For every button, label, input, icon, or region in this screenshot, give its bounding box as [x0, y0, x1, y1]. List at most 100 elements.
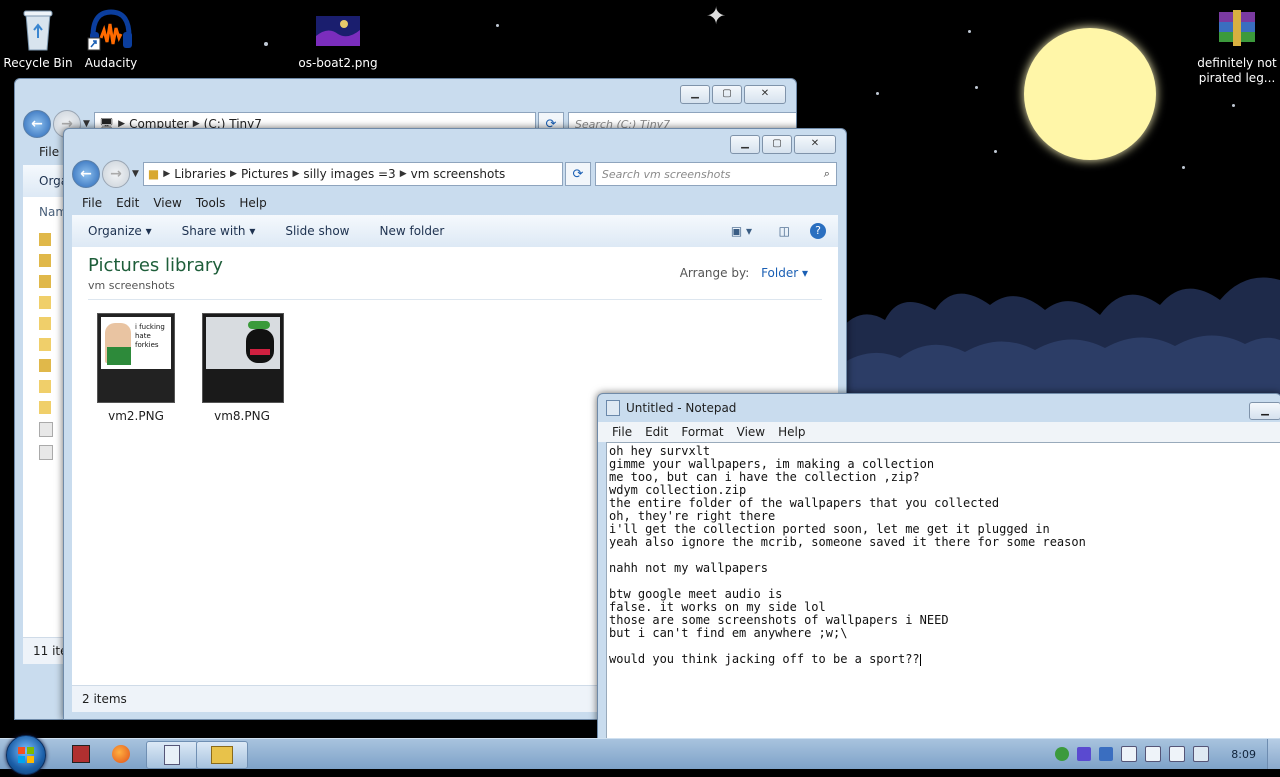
- notification-area: 8:09: [1055, 739, 1280, 769]
- thumbnail-image: i fucking hate forkies: [101, 317, 171, 369]
- refresh-button[interactable]: ⟳: [564, 162, 591, 186]
- locked-folder-icon[interactable]: [39, 275, 51, 288]
- folder-icon[interactable]: [39, 296, 51, 309]
- menu-edit[interactable]: Edit: [116, 196, 139, 210]
- windows-logo-icon: [18, 747, 34, 763]
- folder-icon[interactable]: [39, 338, 51, 351]
- desktop-icon-os-boat2[interactable]: os-boat2.png: [290, 8, 386, 71]
- new-folder-button[interactable]: New folder: [379, 224, 444, 238]
- minimize-button[interactable]: ▁: [680, 85, 710, 104]
- thumbnail-image: [206, 317, 280, 369]
- breadcrumb-vm-screenshots[interactable]: vm screenshots: [411, 167, 506, 181]
- app-icon: [72, 745, 90, 763]
- thumbnail-caption: i fucking hate forkies: [135, 323, 165, 349]
- search-input[interactable]: Search vm screenshots ⌕: [594, 162, 837, 186]
- arrange-by-dropdown[interactable]: Folder ▾: [761, 266, 808, 280]
- locked-folder-icon[interactable]: [39, 233, 51, 246]
- explorer-icon: [211, 746, 233, 764]
- menu-edit[interactable]: Edit: [645, 425, 668, 439]
- text-editor[interactable]: oh hey survxlt gimme your wallpapers, im …: [606, 442, 1280, 739]
- navigation-bar: ← → ▼ ■ ▶ Libraries ▶ Pictures ▶ silly i…: [72, 159, 837, 189]
- clock[interactable]: 8:09: [1231, 748, 1256, 761]
- star: [975, 86, 978, 89]
- sparkle-star: ✦: [706, 2, 727, 30]
- window-title: Untitled - Notepad: [626, 401, 737, 415]
- minimize-button[interactable]: ▁: [1249, 402, 1280, 420]
- library-title: Pictures library: [88, 255, 223, 276]
- file-item-vm8[interactable]: vm8.PNG: [202, 313, 284, 423]
- taskbar: 8:09: [0, 735, 1280, 775]
- folder-icon[interactable]: [39, 317, 51, 330]
- start-button[interactable]: [6, 735, 46, 775]
- document-tray-icon[interactable]: [1121, 746, 1138, 762]
- menu-tools[interactable]: Tools: [196, 196, 226, 210]
- file-icon[interactable]: [39, 445, 53, 460]
- minimize-button[interactable]: ▁: [730, 135, 760, 154]
- desktop-icon-archive[interactable]: definitely not pirated leg...: [1190, 8, 1280, 86]
- clouds: [840, 277, 1280, 410]
- taskbar-explorer-button[interactable]: [196, 741, 248, 769]
- notepad-titlebar: Untitled - Notepad: [606, 400, 736, 416]
- preview-pane-icon[interactable]: ◫: [779, 224, 790, 238]
- action-center-flag-icon[interactable]: [1145, 746, 1162, 762]
- organize-button[interactable]: Organize ▾: [88, 224, 152, 238]
- desktop-icon-label: os-boat2.png: [298, 56, 378, 70]
- menu-file[interactable]: File: [612, 425, 632, 439]
- menu-bar: File Edit View Tools Help: [72, 192, 838, 214]
- chevron-right-icon: ▶: [399, 169, 407, 179]
- network-icon[interactable]: [1169, 746, 1186, 762]
- maximize-button[interactable]: ▢: [762, 135, 792, 154]
- breadcrumb-silly-images[interactable]: silly images =3: [303, 167, 395, 181]
- desktop-icon-audacity[interactable]: Audacity: [63, 8, 159, 71]
- folder-list: [39, 233, 53, 460]
- folder-icon[interactable]: [39, 380, 51, 393]
- change-view-icon[interactable]: ▣ ▾: [731, 224, 752, 238]
- taskbar-notepad-button[interactable]: [146, 741, 198, 769]
- volume-icon[interactable]: [1193, 746, 1210, 762]
- address-bar[interactable]: ■ ▶ Libraries ▶ Pictures ▶ silly images …: [142, 162, 563, 186]
- divider: [88, 299, 822, 300]
- chevron-right-icon: ▶: [292, 169, 300, 179]
- back-button[interactable]: ←: [23, 110, 51, 138]
- file-icon[interactable]: [39, 422, 53, 437]
- text-line: but i can't find em anywhere ;w;\: [609, 626, 848, 640]
- menu-help[interactable]: Help: [778, 425, 805, 439]
- network-globe-icon[interactable]: [1055, 747, 1070, 761]
- menu-file[interactable]: File: [82, 196, 102, 210]
- close-button[interactable]: ✕: [794, 135, 836, 154]
- file-item-vm2[interactable]: i fucking hate forkies vm2.PNG: [96, 313, 176, 423]
- help-icon[interactable]: ?: [810, 223, 826, 239]
- notepad-window[interactable]: Untitled - Notepad ▁ File Edit Format Vi…: [597, 393, 1280, 740]
- recycle-bin-icon: [14, 8, 62, 52]
- chevron-down-icon[interactable]: ▼: [132, 169, 139, 179]
- menu-view[interactable]: View: [153, 196, 181, 210]
- notepad-icon: [606, 400, 620, 416]
- share-with-button[interactable]: Share with ▾: [182, 224, 256, 238]
- microphone-icon[interactable]: [1077, 747, 1092, 761]
- thumbnail-vm2: i fucking hate forkies: [97, 313, 175, 403]
- menu-format[interactable]: Format: [681, 425, 723, 439]
- menu-view[interactable]: View: [737, 425, 765, 439]
- taskbar-firefox-button[interactable]: [96, 741, 146, 767]
- show-desktop-button[interactable]: [1267, 739, 1280, 769]
- search-placeholder: Search vm screenshots: [601, 167, 731, 181]
- menu-help[interactable]: Help: [239, 196, 266, 210]
- close-button[interactable]: ✕: [744, 85, 786, 104]
- app-tray-icon[interactable]: [1099, 747, 1114, 761]
- text-line: yeah also ignore the mcrib, someone save…: [609, 535, 1086, 549]
- forward-button[interactable]: →: [102, 160, 130, 188]
- text-line: would you think jacking off to be a spor…: [609, 652, 921, 666]
- maximize-button[interactable]: ▢: [712, 85, 742, 104]
- breadcrumb-pictures[interactable]: Pictures: [241, 167, 289, 181]
- slide-show-button[interactable]: Slide show: [285, 224, 349, 238]
- folder-icon[interactable]: [39, 401, 51, 414]
- back-button[interactable]: ←: [72, 160, 100, 188]
- locked-folder-icon[interactable]: [39, 254, 51, 267]
- audacity-icon: [87, 8, 135, 52]
- locked-folder-icon[interactable]: [39, 359, 51, 372]
- search-icon[interactable]: ⌕: [824, 167, 830, 181]
- library-subtitle: vm screenshots: [88, 279, 175, 292]
- breadcrumb-libraries[interactable]: Libraries: [174, 167, 226, 181]
- menu-file[interactable]: File: [39, 145, 59, 159]
- status-item-count: 2 items: [82, 692, 127, 706]
